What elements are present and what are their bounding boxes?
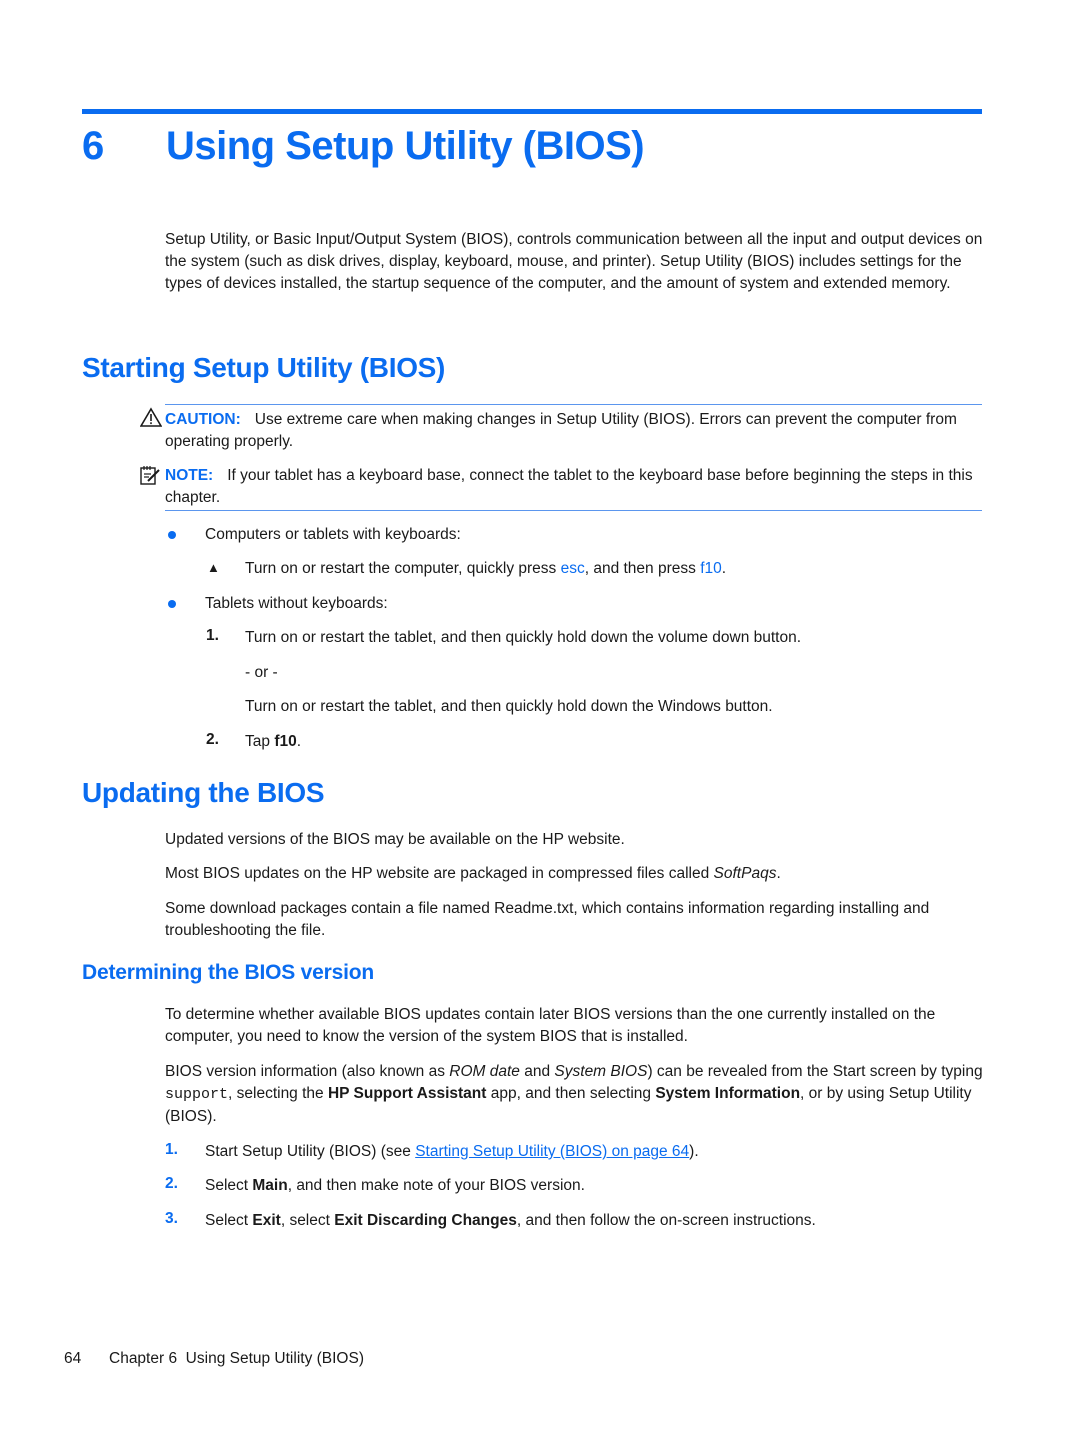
- keyboard-step: Turn on or restart the computer, quickly…: [245, 560, 727, 577]
- chapter-top-rule: [82, 109, 982, 114]
- key-f10-bold: f10: [274, 733, 297, 750]
- tablet-step-1-alt: Turn on or restart the tablet, and then …: [245, 698, 773, 715]
- tablet-step-2: Tap f10.: [245, 733, 302, 750]
- determining-paragraph-2: BIOS version information (also known as …: [165, 1063, 983, 1125]
- updating-paragraph-1: Updated versions of the BIOS may be avai…: [165, 831, 625, 848]
- caution-callout: CAUTION: Use extreme care when making cha…: [165, 409, 983, 453]
- determining-step-1: Start Setup Utility (BIOS) (see Starting…: [205, 1143, 699, 1160]
- step-number: 3.: [165, 1210, 178, 1227]
- bullet-tablets: Tablets without keyboards:: [205, 595, 388, 612]
- step-number: 2.: [165, 1175, 178, 1192]
- footer-chapter-text: Chapter 6 Using Setup Utility (BIOS): [109, 1350, 364, 1367]
- starting-setup-link[interactable]: Starting Setup Utility (BIOS) on page 64: [415, 1143, 689, 1160]
- chapter-number: 6: [82, 124, 104, 168]
- section-heading-starting: Starting Setup Utility (BIOS): [82, 352, 446, 383]
- page-number: 64: [64, 1350, 82, 1367]
- step-number: 1.: [165, 1141, 178, 1158]
- note-label: NOTE:: [165, 467, 214, 484]
- determining-step-3: Select Exit, select Exit Discarding Chan…: [205, 1212, 816, 1229]
- caution-text: Use extreme care when making changes in …: [165, 411, 957, 450]
- caution-label: CAUTION:: [165, 411, 241, 428]
- code-support: support: [165, 1086, 229, 1103]
- bullet-dot: [168, 531, 176, 539]
- page-footer: 64 Chapter 6 Using Setup Utility (BIOS): [64, 1350, 364, 1368]
- step-number: 1.: [206, 627, 219, 644]
- step-number: 2.: [206, 731, 219, 748]
- tablet-step-1: Turn on or restart the tablet, and then …: [245, 629, 802, 646]
- warning-triangle-icon: [139, 407, 163, 432]
- chapter-title-text: Using Setup Utility (BIOS): [166, 124, 645, 168]
- section-heading-updating: Updating the BIOS: [82, 777, 325, 808]
- key-f10: f10: [700, 560, 722, 577]
- subsection-heading-determining: Determining the BIOS version: [82, 961, 374, 984]
- document-page: 6 Using Setup Utility (BIOS) Setup Utilit…: [0, 0, 1080, 1437]
- updating-paragraph-3: Some download packages contain a file na…: [165, 900, 930, 939]
- chapter-title: 6 Using Setup Utility (BIOS): [82, 124, 645, 169]
- bullet-dot: [168, 600, 176, 608]
- callout-bottom-rule: [165, 510, 982, 511]
- callout-top-rule: [165, 404, 982, 405]
- note-callout: NOTE: If your tablet has a keyboard base,…: [165, 465, 983, 509]
- bullet-keyboards: Computers or tablets with keyboards:: [205, 526, 461, 543]
- note-pencil-icon: [139, 464, 161, 491]
- step-triangle-icon: ▲: [207, 560, 220, 575]
- determining-step-2: Select Main, and then make note of your …: [205, 1177, 585, 1194]
- intro-paragraph: Setup Utility, or Basic Input/Output Sys…: [165, 231, 983, 292]
- updating-paragraph-2: Most BIOS updates on the HP website are …: [165, 865, 781, 882]
- or-separator: - or -: [245, 664, 278, 681]
- determining-paragraph-1: To determine whether available BIOS upda…: [165, 1006, 936, 1045]
- key-esc: esc: [560, 560, 585, 577]
- note-text: If your tablet has a keyboard base, conn…: [165, 467, 973, 506]
